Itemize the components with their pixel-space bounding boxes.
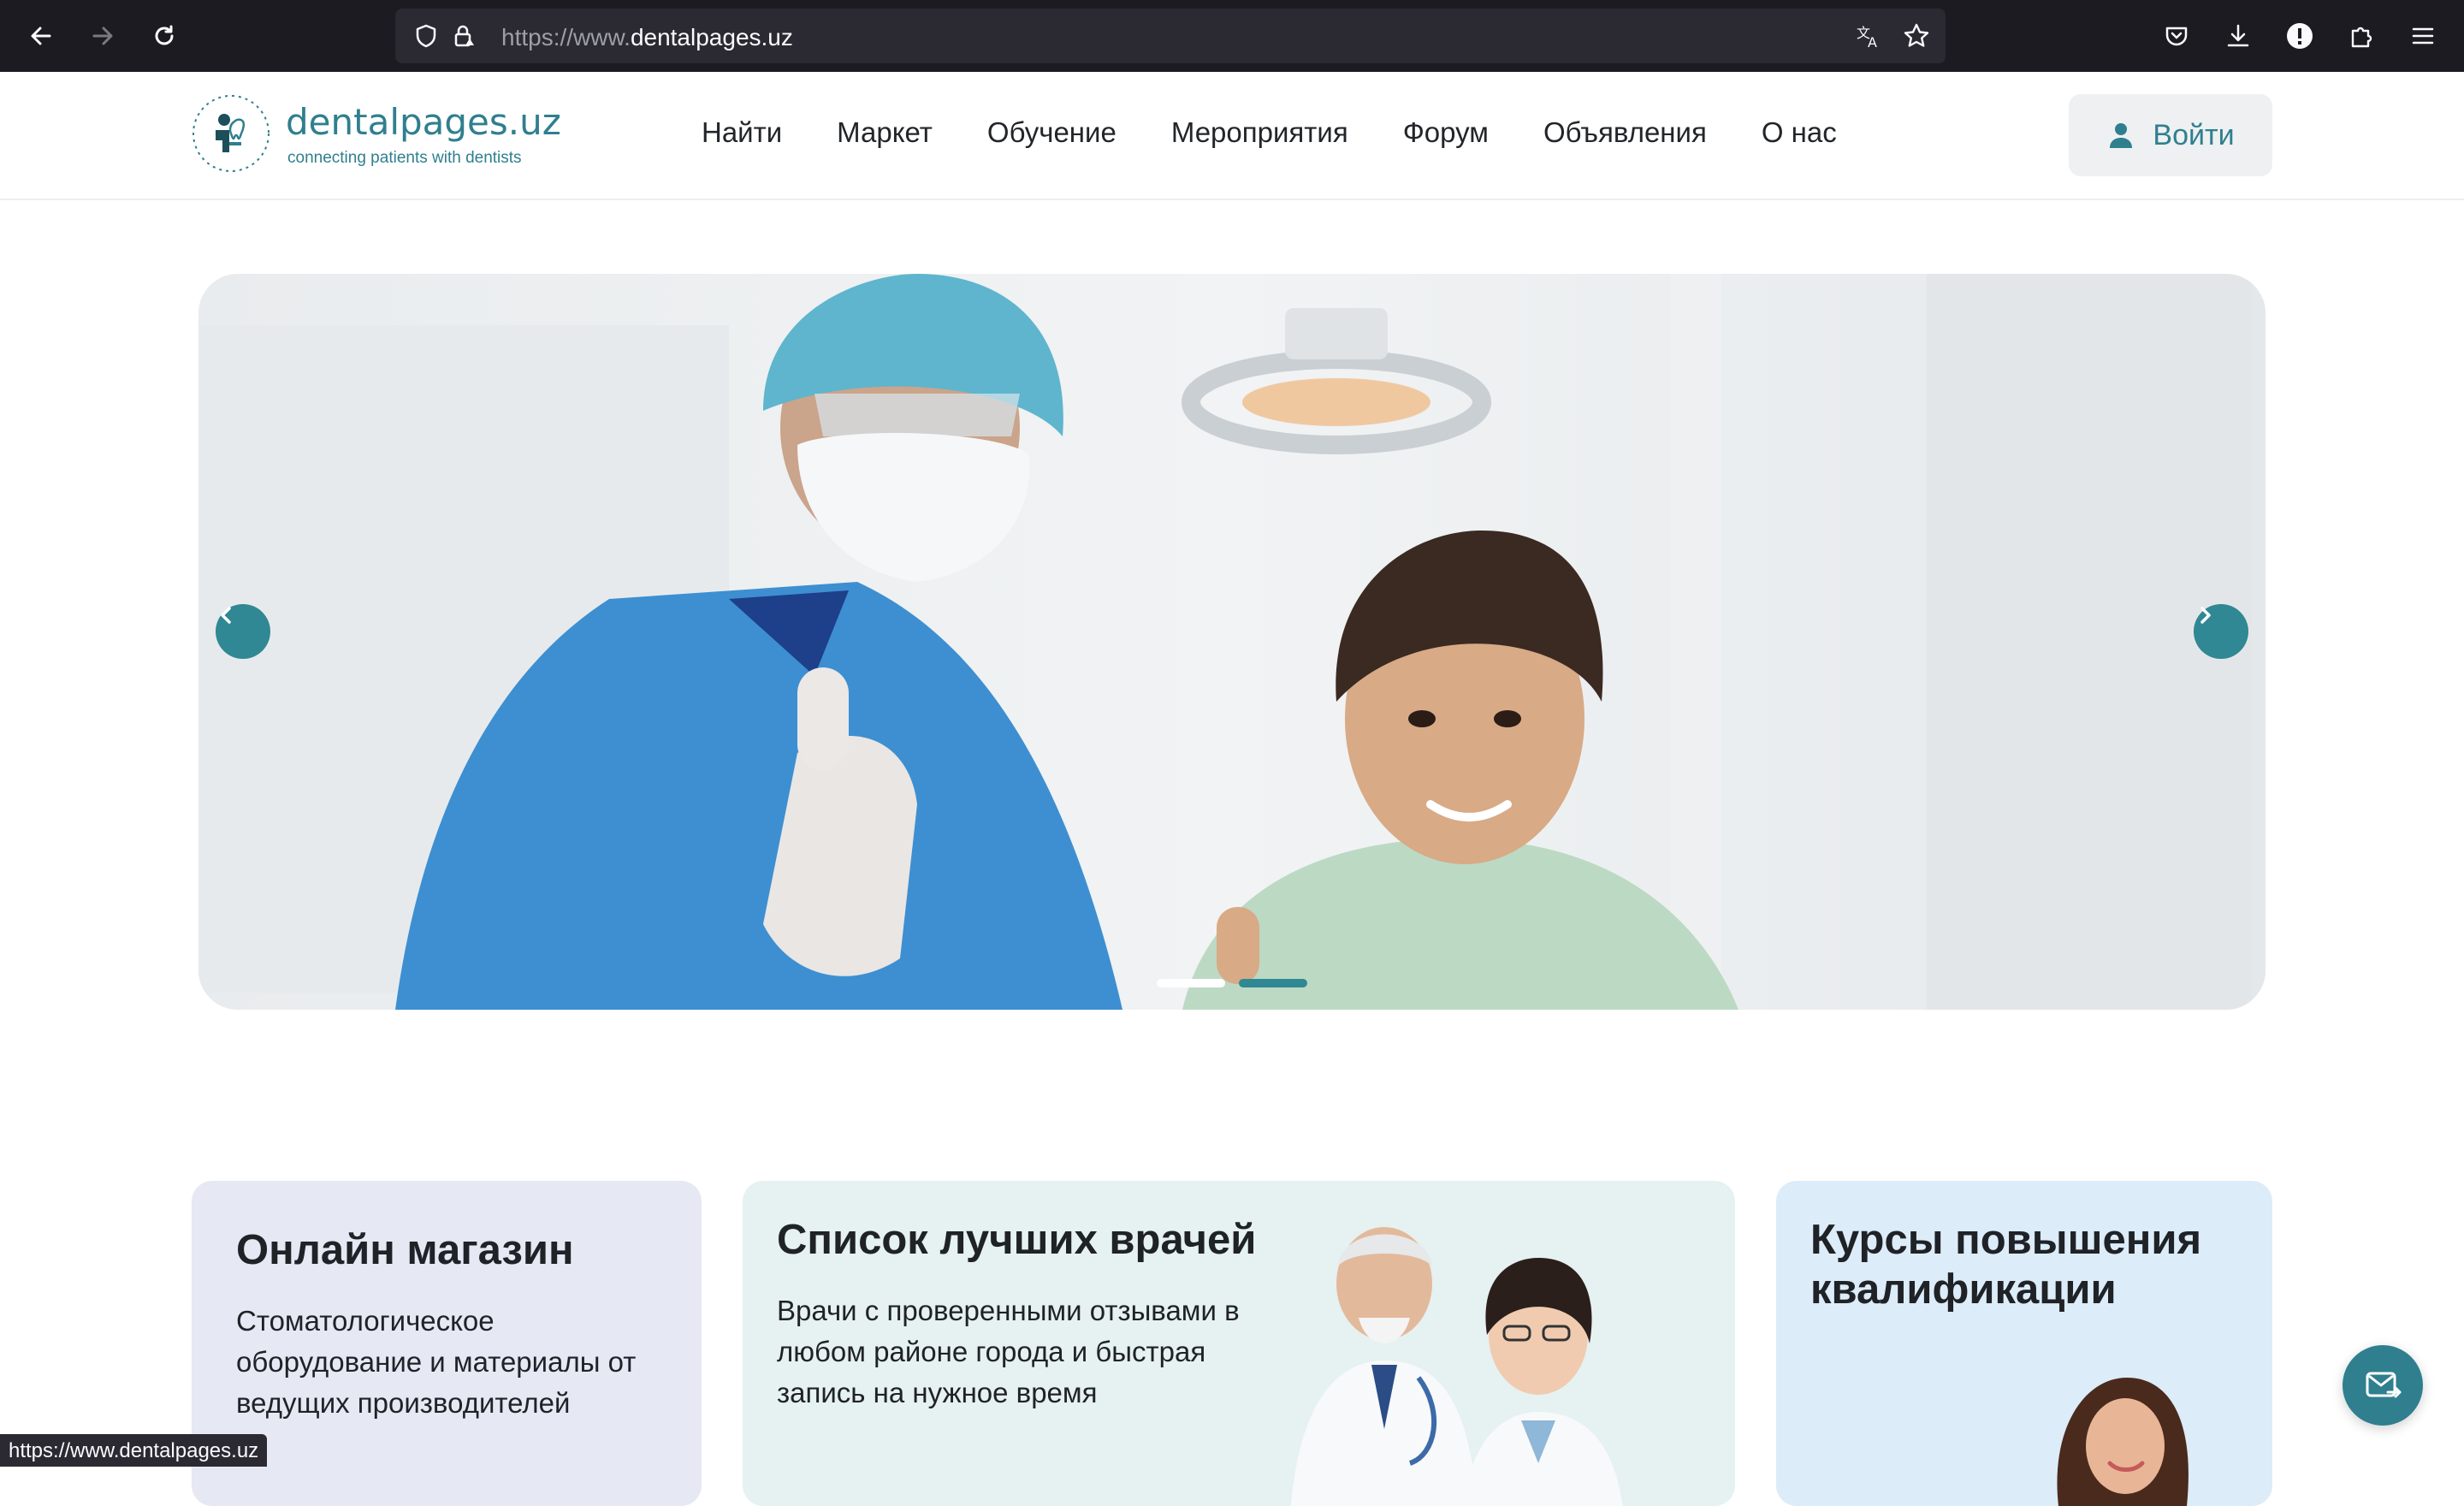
url-domain: dentalpages.uz xyxy=(630,24,793,50)
slider-next-button[interactable] xyxy=(2194,604,2248,659)
translate-icon[interactable]: 文A xyxy=(1853,21,1884,51)
download-icon[interactable] xyxy=(2221,19,2255,53)
extension-info-icon[interactable] xyxy=(2283,19,2317,53)
contact-mail-button[interactable] xyxy=(2343,1345,2423,1426)
login-label: Войти xyxy=(2153,118,2235,151)
address-bar[interactable]: https://www.dentalpages.uz 文A xyxy=(395,9,1946,63)
doctors-image xyxy=(1290,1227,1623,1506)
mail-icon xyxy=(2366,1372,2402,1398)
chevron-left-icon xyxy=(221,607,231,624)
chevron-right-icon xyxy=(2200,607,2211,624)
logo-mark-icon xyxy=(192,95,270,172)
menu-icon[interactable] xyxy=(2406,19,2440,53)
card-best-doctors[interactable]: Список лучших врачей Врачи с проверенным… xyxy=(743,1181,1735,1506)
site-header: dentalpages.uz connecting patients with … xyxy=(0,72,2464,200)
forward-icon[interactable] xyxy=(86,19,120,53)
card-text: Врачи с проверенными отзывами в любом ра… xyxy=(777,1295,1240,1408)
slider-prev-button[interactable] xyxy=(216,604,270,659)
nav-ads[interactable]: Объявления xyxy=(1543,116,1707,149)
lock-icon[interactable] xyxy=(448,21,479,51)
login-button[interactable]: Войти xyxy=(2069,94,2272,176)
nav-about[interactable]: О нас xyxy=(1762,116,1837,149)
status-url: https://www.dentalpages.uz xyxy=(0,1434,268,1467)
user-icon xyxy=(2110,123,2133,148)
card-courses[interactable]: Курсы повышения квалификации xyxy=(1776,1181,2272,1506)
card-title: Список лучших врачей xyxy=(777,1217,1257,1263)
svg-text:A: A xyxy=(1868,34,1877,50)
pocket-icon[interactable] xyxy=(2159,19,2194,53)
slider-dot-2[interactable] xyxy=(1239,979,1307,987)
url-text[interactable]: https://www.dentalpages.uz xyxy=(501,24,793,51)
slider-indicators xyxy=(1157,979,1307,987)
slider-dot-1[interactable] xyxy=(1157,979,1225,987)
course-woman-image xyxy=(2057,1378,2189,1506)
site-logo[interactable]: dentalpages.uz connecting patients with … xyxy=(190,87,561,183)
card-text: Стоматологическое оборудование и материа… xyxy=(236,1305,637,1419)
logo-tagline: connecting patients with dentists xyxy=(287,149,522,167)
logo-name: dentalpages.uz xyxy=(286,101,561,143)
card-online-shop[interactable]: Онлайн магазин Стоматологическое оборудо… xyxy=(192,1181,702,1506)
nav-education[interactable]: Обучение xyxy=(987,116,1116,149)
back-icon[interactable] xyxy=(24,19,58,53)
nav-find[interactable]: Найти xyxy=(702,116,782,149)
url-prefix: https://www. xyxy=(501,24,631,50)
nav-market[interactable]: Маркет xyxy=(837,116,933,149)
main-nav: Найти Маркет Обучение Мероприятия Форум … xyxy=(702,116,1892,149)
card-title: Курсы повышения квалификации xyxy=(1810,1217,2202,1313)
browser-toolbar: https://www.dentalpages.uz 文A xyxy=(0,0,2464,72)
shield-icon[interactable] xyxy=(411,21,441,51)
hero-slider xyxy=(198,274,2266,1010)
card-title: Онлайн магазин xyxy=(236,1227,574,1273)
hero-image xyxy=(198,274,2266,1010)
nav-events[interactable]: Мероприятия xyxy=(1171,116,1348,149)
reload-icon[interactable] xyxy=(147,19,181,53)
extensions-puzzle-icon[interactable] xyxy=(2344,19,2378,53)
bookmark-star-icon[interactable] xyxy=(1901,21,1932,51)
nav-forum[interactable]: Форум xyxy=(1403,116,1489,149)
